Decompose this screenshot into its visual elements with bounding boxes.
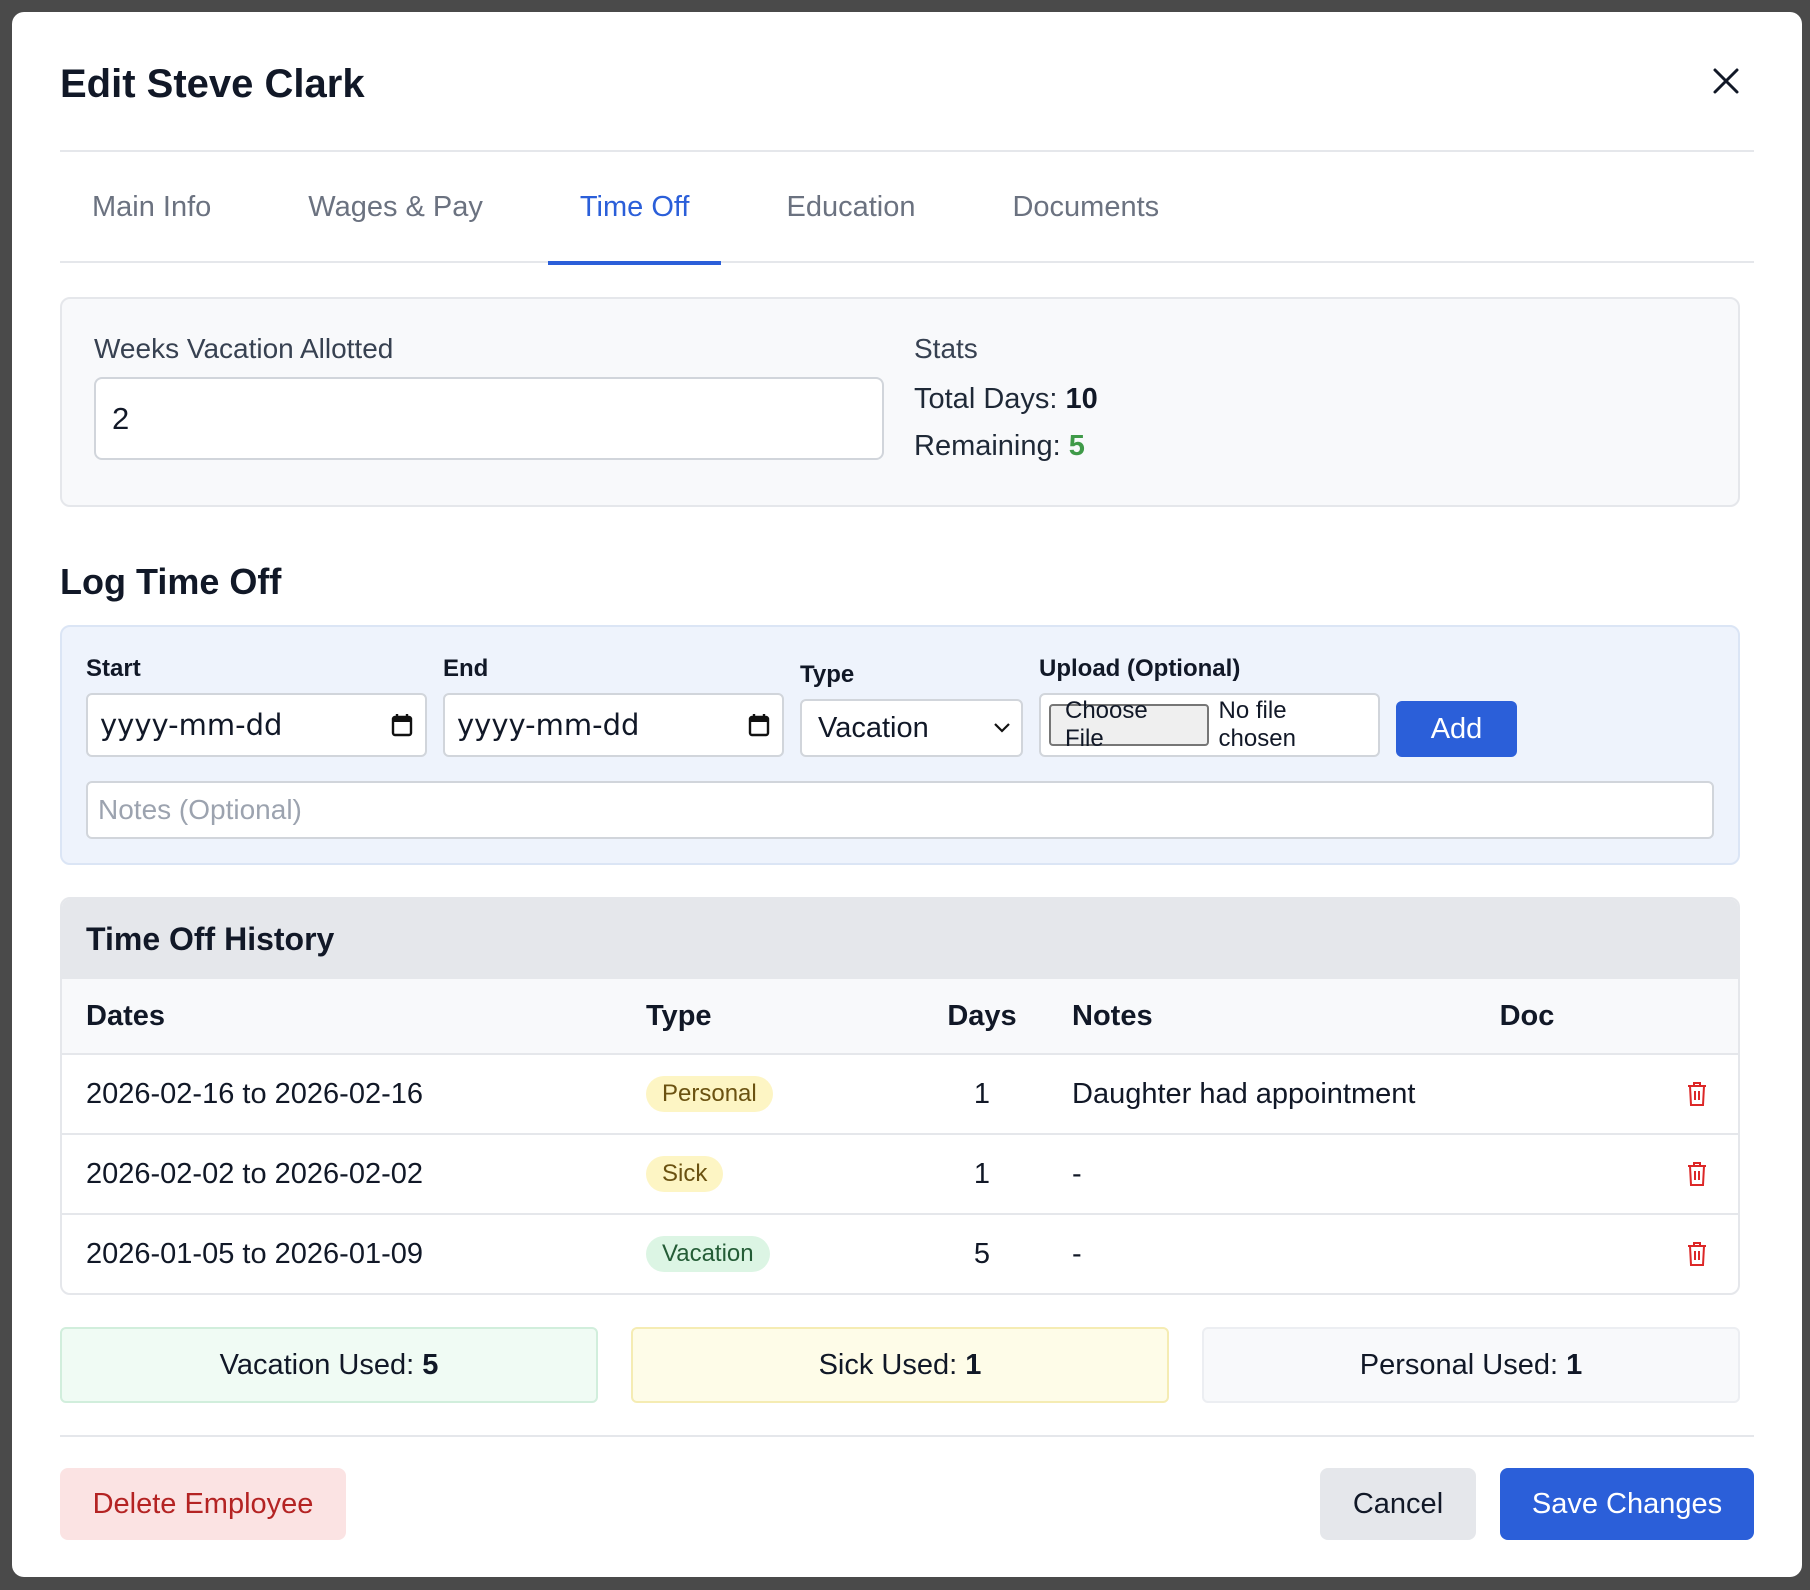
trash-icon[interactable] (1686, 1161, 1708, 1187)
trash-icon[interactable] (1686, 1081, 1708, 1107)
type-field: Type Vacation (800, 661, 1023, 757)
row-notes: Daughter had appointment (1072, 1077, 1416, 1110)
col-dates: Dates (86, 999, 165, 1032)
edit-employee-dialog: Edit Steve Clark Main Info Wages & Pay T… (12, 12, 1802, 1577)
file-upload-input[interactable]: Choose File No file chosen (1039, 693, 1380, 757)
log-time-off-heading: Log Time Off (60, 561, 282, 602)
table-header-row: Dates Type Days Notes Doc (62, 979, 1738, 1053)
cancel-button[interactable]: Cancel (1320, 1468, 1476, 1540)
type-badge: Sick (646, 1156, 724, 1192)
end-label: End (443, 655, 489, 682)
tab-time-off[interactable]: Time Off (548, 152, 721, 265)
type-badge: Personal (646, 1076, 773, 1112)
start-field: Start yyyy-mm-dd (86, 655, 427, 757)
start-date-input[interactable]: yyyy-mm-dd (86, 693, 427, 757)
dialog-title: Edit Steve Clark (60, 61, 365, 106)
trash-icon[interactable] (1686, 1241, 1708, 1267)
tab-main-info[interactable]: Main Info (92, 152, 211, 263)
end-field: End yyyy-mm-dd (443, 655, 784, 757)
table-row: 2026-01-05 to 2026-01-09 Vacation 5 - (62, 1213, 1738, 1293)
tab-education[interactable]: Education (786, 152, 915, 263)
end-date-input[interactable]: yyyy-mm-dd (443, 693, 784, 757)
chevron-down-icon (994, 723, 1010, 733)
row-days: 1 (973, 1077, 991, 1110)
personal-used-box: Personal Used: 1 (1202, 1327, 1740, 1403)
vacation-allotment-panel: Weeks Vacation Allotted 2 Stats Total Da… (60, 297, 1740, 507)
calendar-icon[interactable] (391, 713, 413, 737)
close-icon[interactable] (1706, 61, 1746, 101)
dialog-header: Edit Steve Clark (60, 12, 1754, 152)
upload-field: Upload (Optional) Choose File No file ch… (1039, 655, 1380, 757)
dialog-footer: Delete Employee Cancel Save Changes (60, 1435, 1754, 1540)
weeks-vacation-label: Weeks Vacation Allotted (94, 333, 394, 364)
type-badge: Vacation (646, 1236, 770, 1272)
total-days-value: 10 (1065, 383, 1098, 415)
log-time-off-form: Start yyyy-mm-dd End yyyy-mm-dd Type Vac… (60, 625, 1740, 865)
row-dates: 2026-02-02 to 2026-02-02 (86, 1157, 423, 1190)
vacation-used-value: 5 (422, 1348, 439, 1381)
row-days: 1 (973, 1157, 991, 1190)
time-off-history-table: Time Off History Dates Type Days Notes D… (60, 897, 1740, 1295)
type-select[interactable]: Vacation (800, 699, 1023, 757)
save-changes-button[interactable]: Save Changes (1500, 1468, 1754, 1540)
weeks-vacation-input[interactable]: 2 (94, 377, 884, 460)
delete-employee-button[interactable]: Delete Employee (60, 1468, 346, 1540)
col-days: Days (947, 999, 1017, 1032)
sick-used-box: Sick Used: 1 (631, 1327, 1169, 1403)
row-notes: - (1072, 1237, 1082, 1270)
row-dates: 2026-01-05 to 2026-01-09 (86, 1237, 423, 1270)
tab-documents[interactable]: Documents (1012, 152, 1159, 263)
upload-label: Upload (Optional) (1039, 655, 1241, 682)
table-row: 2026-02-02 to 2026-02-02 Sick 1 - (62, 1133, 1738, 1213)
col-type: Type (646, 999, 712, 1032)
stats-label: Stats (914, 333, 978, 364)
type-label: Type (800, 661, 855, 688)
sick-used-value: 1 (965, 1348, 982, 1381)
tab-wages-pay[interactable]: Wages & Pay (308, 152, 483, 263)
usage-summary: Vacation Used: 5 Sick Used: 1 Personal U… (60, 1327, 1740, 1403)
row-notes: - (1072, 1157, 1082, 1190)
calendar-icon[interactable] (748, 713, 770, 737)
personal-used-value: 1 (1566, 1348, 1583, 1381)
remaining-stat: Remaining: 5 (914, 430, 1085, 462)
start-label: Start (86, 655, 141, 682)
row-dates: 2026-02-16 to 2026-02-16 (86, 1077, 423, 1110)
stats-panel: Stats Total Days: 10 Remaining: 5 (914, 333, 1098, 471)
vacation-used-box: Vacation Used: 5 (60, 1327, 598, 1403)
history-title: Time Off History (62, 899, 1738, 979)
col-notes: Notes (1072, 999, 1153, 1032)
row-days: 5 (973, 1237, 991, 1270)
col-doc: Doc (1499, 999, 1555, 1032)
choose-file-button[interactable]: Choose File (1049, 697, 1209, 752)
notes-input[interactable]: Notes (Optional) (86, 781, 1714, 839)
table-row: 2026-02-16 to 2026-02-16 Personal 1 Daug… (62, 1053, 1738, 1133)
remaining-value: 5 (1068, 430, 1085, 462)
total-days-stat: Total Days: 10 (914, 383, 1098, 415)
add-time-off-button[interactable]: Add (1396, 701, 1517, 757)
no-file-text: No file chosen (1218, 697, 1296, 752)
tab-bar: Main Info Wages & Pay Time Off Education… (60, 152, 1754, 265)
